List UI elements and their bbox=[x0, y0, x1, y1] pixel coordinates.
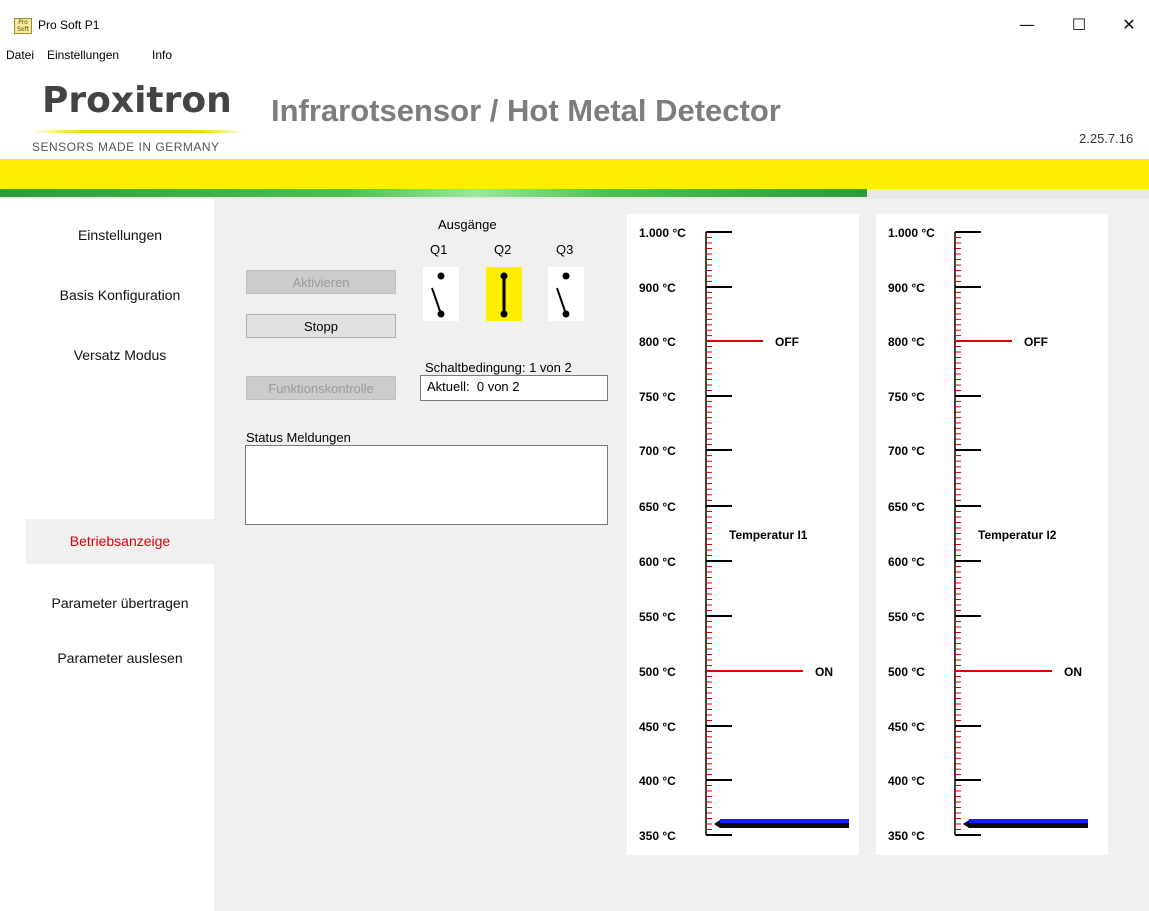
gauge-tick-label: 750 °C bbox=[639, 390, 676, 404]
output-q1-switch-icon bbox=[423, 267, 459, 321]
menu-einstellungen[interactable]: Einstellungen bbox=[47, 48, 119, 62]
sidebar-item-parameter-uebertragen[interactable]: Parameter übertragen bbox=[26, 592, 214, 614]
current-value-field: Aktuell: 0 von 2 bbox=[420, 375, 608, 401]
gauge-tick-label: 600 °C bbox=[888, 555, 925, 569]
window-title: Pro Soft P1 bbox=[38, 18, 100, 32]
header-band bbox=[0, 159, 1149, 189]
logo-tagline: SENSORS MADE IN GERMANY bbox=[32, 140, 220, 154]
gauge-tick-label: 1.000 °C bbox=[639, 226, 686, 240]
gauge-panel-1: 1.000 °C 900 °C 800 °C 750 °C 700 °C 650 °C 60… bbox=[627, 214, 859, 855]
gauge-tick-label: 750 °C bbox=[888, 390, 925, 404]
gauge-tick-label: 700 °C bbox=[639, 444, 676, 458]
gauge-name: Temperatur I1 bbox=[729, 528, 808, 542]
page-title: Infrarotsensor / Hot Metal Detector bbox=[271, 93, 781, 128]
menu-bar bbox=[0, 44, 1149, 66]
function-check-button[interactable]: Funktionskontrolle bbox=[246, 376, 396, 400]
output-q1-label: Q1 bbox=[430, 242, 448, 257]
gauge-current-indicator-highlight bbox=[969, 819, 1088, 823]
gauge-tick-label: 400 °C bbox=[888, 774, 925, 788]
sidebar-item-basis-konfiguration[interactable]: Basis Konfiguration bbox=[26, 284, 214, 306]
gauge-tick-label: 500 °C bbox=[639, 665, 676, 679]
gauge-tick-label: 400 °C bbox=[639, 774, 676, 788]
sidebar-item-einstellungen[interactable]: Einstellungen bbox=[26, 224, 214, 246]
menu-datei[interactable]: Datei bbox=[6, 48, 34, 62]
gauge-current-indicator-highlight bbox=[720, 819, 849, 823]
sidebar-item-betriebsanzeige[interactable]: Betriebsanzeige bbox=[26, 519, 214, 564]
outputs-label: Ausgänge bbox=[438, 217, 497, 232]
condition-label: Schaltbedingung: 1 von 2 bbox=[425, 360, 572, 375]
sidebar-item-parameter-auslesen[interactable]: Parameter auslesen bbox=[26, 647, 214, 669]
gauge-tick-label: 550 °C bbox=[888, 610, 925, 624]
output-q3-switch-icon bbox=[548, 267, 584, 321]
gauge-tick-label: 900 °C bbox=[639, 281, 676, 295]
activate-button[interactable]: Aktivieren bbox=[246, 270, 396, 294]
gauge-tick-label: 350 °C bbox=[639, 829, 676, 843]
stop-button[interactable]: Stopp bbox=[246, 314, 396, 338]
close-icon[interactable]: ✕ bbox=[1106, 10, 1149, 40]
gauge-tick-label: 500 °C bbox=[888, 665, 925, 679]
status-label: Status Meldungen bbox=[246, 430, 351, 445]
gauge-off-label: OFF bbox=[775, 335, 799, 349]
gauge-tick-label: 800 °C bbox=[639, 335, 676, 349]
gauge-tick-label: 650 °C bbox=[639, 500, 676, 514]
gauge-name: Temperatur I2 bbox=[978, 528, 1057, 542]
gauge-tick-label: 800 °C bbox=[888, 335, 925, 349]
gauge-off-label: OFF bbox=[1024, 335, 1048, 349]
status-messages-box[interactable] bbox=[245, 445, 608, 525]
gauge-chart-2: 1.000 °C 900 °C 800 °C 750 °C 700 °C 650 °C 60… bbox=[888, 226, 1088, 843]
sidebar-item-versatz-modus[interactable]: Versatz Modus bbox=[26, 344, 214, 366]
gauge-tick-label: 600 °C bbox=[639, 555, 676, 569]
output-q2-label: Q2 bbox=[494, 242, 512, 257]
gauge-tick-label: 350 °C bbox=[888, 829, 925, 843]
title-bar bbox=[0, 0, 1149, 44]
gauge-tick-label: 450 °C bbox=[888, 720, 925, 734]
gauge-panel-2: 1.000 °C 900 °C 800 °C 750 °C 700 °C 650 °C 60… bbox=[876, 214, 1108, 855]
logo: Proxitron bbox=[42, 80, 232, 121]
minimize-icon[interactable]: — bbox=[1004, 10, 1050, 40]
gauge-chart-1: 1.000 °C 900 °C 800 °C 750 °C 700 °C 650 °C 60… bbox=[639, 226, 849, 843]
gauge-tick-label: 550 °C bbox=[639, 610, 676, 624]
version-label: 2.25.7.16 bbox=[1079, 131, 1134, 146]
gauge-tick-label: 650 °C bbox=[888, 500, 925, 514]
gauge-tick-label: 900 °C bbox=[888, 281, 925, 295]
logo-underline bbox=[30, 130, 244, 133]
maximize-icon[interactable]: ☐ bbox=[1056, 10, 1102, 40]
gauge-on-label: ON bbox=[1064, 665, 1082, 679]
gauge-tick-label: 1.000 °C bbox=[888, 226, 935, 240]
gauge-on-label: ON bbox=[815, 665, 833, 679]
output-q3-label: Q3 bbox=[556, 242, 574, 257]
gauge-tick-label: 700 °C bbox=[888, 444, 925, 458]
app-icon: Pro Soft bbox=[14, 18, 32, 34]
progress-bar bbox=[0, 189, 868, 197]
output-q2-switch-icon bbox=[486, 267, 522, 321]
gauge-tick-label: 450 °C bbox=[639, 720, 676, 734]
menu-info[interactable]: Info bbox=[152, 48, 172, 62]
